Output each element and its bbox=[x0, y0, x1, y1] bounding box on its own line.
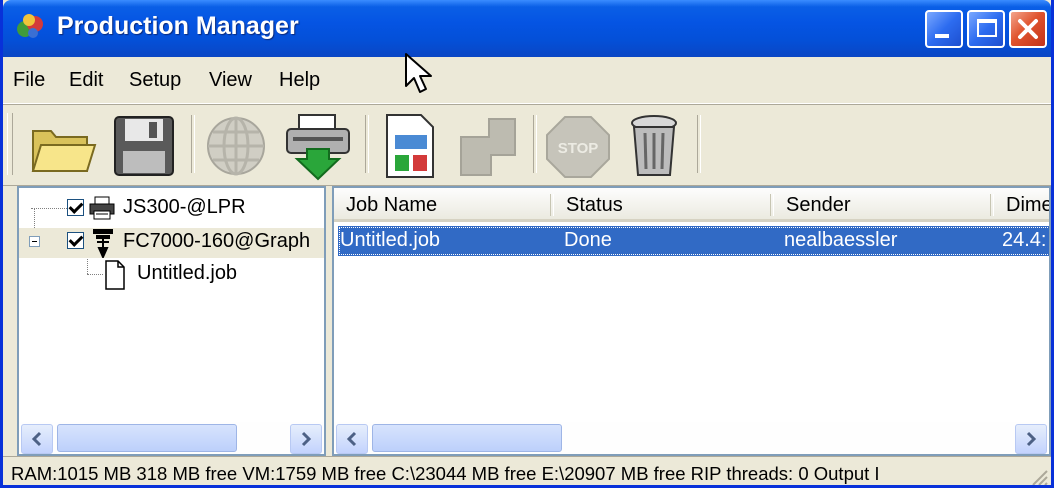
globe-network-icon[interactable] bbox=[199, 111, 273, 181]
scroll-left-button[interactable] bbox=[21, 424, 53, 454]
toolbar: STOP bbox=[3, 104, 1051, 186]
scroll-thumb[interactable] bbox=[57, 424, 237, 452]
column-header-job-name[interactable]: Job Name bbox=[334, 188, 554, 222]
device-tree[interactable]: JS300-@LPR FC7000-160@Graph Untitled.job bbox=[17, 186, 326, 456]
menu-view[interactable]: View bbox=[209, 69, 252, 92]
status-text: RAM:1015 MB 318 MB free VM:1759 MB free … bbox=[11, 463, 880, 484]
save-disk-icon[interactable] bbox=[107, 111, 181, 181]
list-horizontal-scrollbar[interactable] bbox=[334, 422, 1049, 454]
toolbar-separator bbox=[191, 115, 195, 173]
menu-setup[interactable]: Setup bbox=[129, 69, 181, 92]
chevron-left-icon bbox=[346, 431, 357, 447]
tree-item-js300[interactable]: JS300-@LPR bbox=[19, 196, 324, 226]
cell-dime: 24.4: bbox=[1002, 229, 1047, 251]
open-folder-icon[interactable] bbox=[25, 111, 99, 181]
scroll-right-button[interactable] bbox=[290, 424, 322, 454]
job-list[interactable]: Job Name Status Sender Dime Untitled.job… bbox=[332, 186, 1051, 456]
printer-icon bbox=[89, 196, 115, 220]
scroll-thumb[interactable] bbox=[372, 424, 562, 452]
tree-item-label: Untitled.job bbox=[137, 262, 238, 284]
tree-item-label: FC7000-160@Graph bbox=[123, 230, 311, 252]
column-header-label: Job Name bbox=[346, 194, 438, 216]
puzzle-disabled-icon[interactable] bbox=[451, 111, 525, 181]
stop-label: STOP bbox=[558, 140, 599, 157]
print-download-icon[interactable] bbox=[281, 111, 355, 181]
js300-checkbox[interactable] bbox=[67, 199, 84, 216]
column-header-label: Sender bbox=[786, 194, 851, 216]
toolbar-separator bbox=[697, 115, 701, 173]
plotter-icon bbox=[93, 229, 113, 258]
mouse-cursor-icon bbox=[405, 53, 432, 93]
window-title: Production Manager bbox=[57, 12, 299, 40]
cell-job-name: Untitled.job bbox=[340, 229, 441, 251]
toolbar-separator bbox=[365, 115, 369, 173]
app-icon bbox=[17, 14, 43, 38]
stop-sign-icon[interactable]: STOP bbox=[541, 111, 615, 181]
menu-edit[interactable]: Edit bbox=[69, 69, 103, 92]
production-manager-window: Production Manager File Edit Setup View … bbox=[0, 0, 1054, 488]
column-header-label: Status bbox=[566, 194, 623, 216]
scroll-left-button[interactable] bbox=[336, 424, 368, 454]
job-layout-icon[interactable] bbox=[373, 111, 447, 181]
title-bar[interactable]: Production Manager bbox=[3, 0, 1051, 57]
column-header-status[interactable]: Status bbox=[554, 188, 774, 222]
tree-horizontal-scrollbar[interactable] bbox=[19, 422, 324, 454]
document-icon bbox=[105, 260, 125, 290]
cell-sender: nealbaessler bbox=[784, 229, 898, 251]
toolbar-grip[interactable] bbox=[7, 113, 13, 175]
tree-item-untitled-job[interactable]: Untitled.job bbox=[19, 260, 324, 290]
close-button[interactable] bbox=[1009, 10, 1047, 48]
menu-bar: File Edit Setup View Help bbox=[3, 57, 1051, 104]
maximize-button[interactable] bbox=[967, 10, 1005, 48]
menu-help[interactable]: Help bbox=[279, 69, 320, 92]
tree-item-fc7000[interactable]: FC7000-160@Graph bbox=[19, 228, 324, 258]
trash-can-icon[interactable] bbox=[617, 111, 691, 181]
collapse-toggle[interactable] bbox=[29, 236, 40, 247]
column-header-label: Dime bbox=[1006, 194, 1051, 216]
close-icon bbox=[1018, 19, 1038, 39]
menu-file[interactable]: File bbox=[13, 69, 45, 92]
minimize-button[interactable] bbox=[925, 10, 963, 48]
minimize-icon bbox=[935, 34, 949, 38]
chevron-right-icon bbox=[301, 431, 312, 447]
column-header-sender[interactable]: Sender bbox=[774, 188, 994, 222]
resize-grip-icon[interactable] bbox=[1027, 465, 1049, 487]
scroll-right-button[interactable] bbox=[1015, 424, 1047, 454]
chevron-left-icon bbox=[31, 431, 42, 447]
fc7000-checkbox[interactable] bbox=[67, 232, 84, 249]
tree-item-label: JS300-@LPR bbox=[123, 196, 246, 218]
status-bar: RAM:1015 MB 318 MB free VM:1759 MB free … bbox=[3, 456, 1051, 487]
cell-status: Done bbox=[564, 229, 612, 251]
chevron-right-icon bbox=[1026, 431, 1037, 447]
table-row[interactable]: Untitled.job Done nealbaessler 24.4: bbox=[338, 226, 1049, 256]
column-header-dime[interactable]: Dime bbox=[994, 188, 1051, 222]
toolbar-separator bbox=[533, 115, 537, 173]
maximize-icon bbox=[977, 19, 997, 37]
